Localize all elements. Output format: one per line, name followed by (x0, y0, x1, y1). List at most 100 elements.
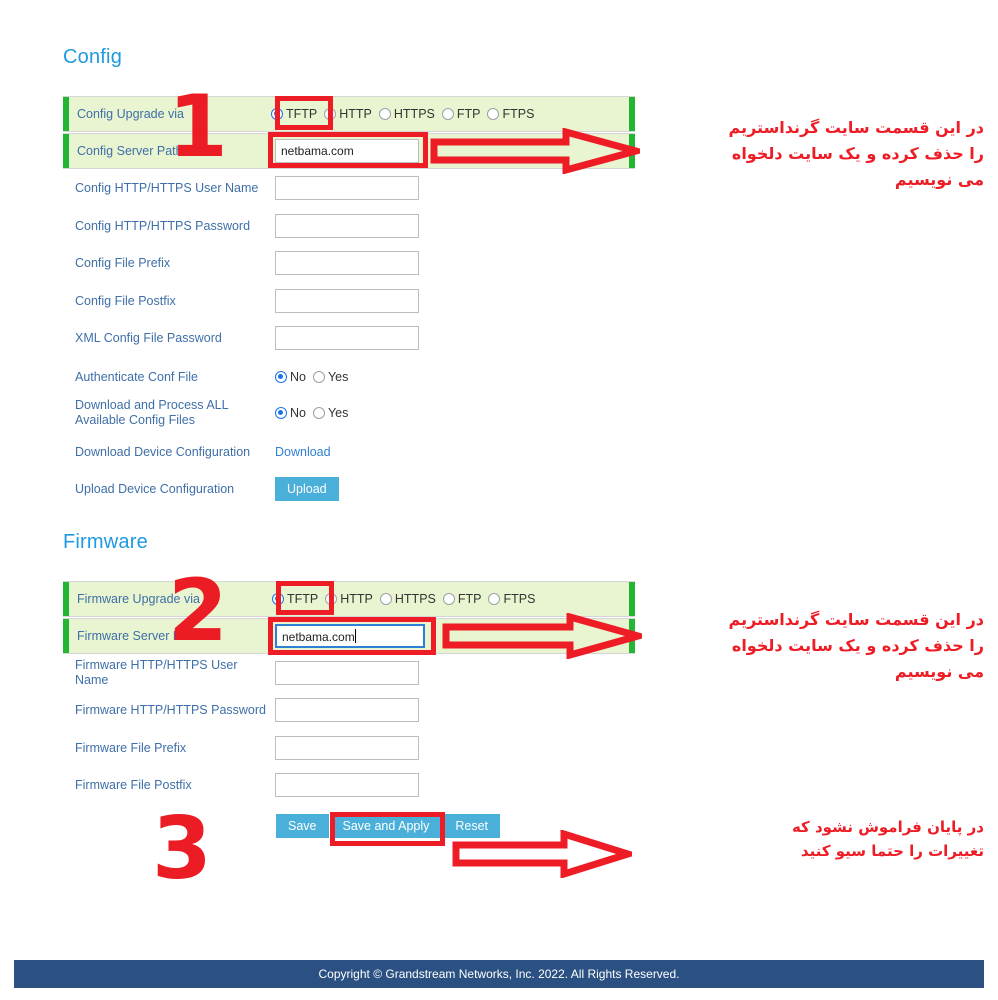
row-upload-device-config: Upload Device Configuration Upload (63, 476, 635, 502)
field-config-http-password (275, 214, 419, 238)
annotation-text-3: در پایان فراموش نشود که تغییرات را حتما … (791, 818, 984, 860)
radio-config-ftp[interactable]: FTP (441, 107, 481, 121)
label-config-file-prefix: Config File Prefix (75, 255, 171, 270)
footer-copyright: Copyright © Grandstream Networks, Inc. 2… (14, 960, 984, 988)
radio-dot-https-icon (379, 593, 392, 605)
field-firmware-http-user (275, 661, 419, 685)
radio-dot-ftps-icon (487, 108, 500, 120)
label-download-device-config: Download Device Configuration (75, 444, 251, 459)
radio-label-ftps: FTPS (502, 107, 535, 121)
row-firmware-upgrade-via: Firmware Upgrade via TFTP HTTP HTTPS FTP (63, 581, 635, 617)
row-authenticate-conf-file: Authenticate Conf File No Yes (63, 365, 635, 389)
radio-dot-yes-icon (312, 407, 325, 419)
input-config-file-prefix[interactable] (275, 251, 419, 275)
radio-dot-ftp-icon (442, 593, 455, 605)
annotation-arrow-3-icon (452, 830, 632, 878)
radio-config-https[interactable]: HTTPS (378, 107, 435, 121)
section-title-firmware: Firmware (63, 531, 148, 553)
radio-config-ftps[interactable]: FTPS (487, 107, 534, 121)
radio-label-yes: Yes (327, 370, 349, 384)
label-config-http-user: Config HTTP/HTTPS User Name (75, 180, 259, 195)
annotation-arrow-1-icon (430, 128, 640, 174)
annotation-highlight-box-firmware-tftp (276, 581, 334, 615)
field-authenticate-conf-file: No Yes (275, 370, 348, 384)
radio-label-ftp: FTP (456, 107, 481, 121)
row-config-file-postfix: Config File Postfix (63, 288, 635, 314)
label-config-server-path: Config Server Path (77, 143, 183, 158)
radio-firmware-https[interactable]: HTTPS (379, 592, 436, 606)
input-xml-config-password[interactable] (275, 326, 419, 350)
radio-dot-yes-icon (312, 371, 325, 383)
radio-label-https: HTTPS (393, 107, 435, 121)
label-firmware-http-password: Firmware HTTP/HTTPS Password (75, 702, 266, 717)
annotation-highlight-box-config-tftp (275, 96, 333, 130)
upload-button[interactable]: Upload (275, 477, 339, 501)
row-download-process-all: Download and Process ALL Available Confi… (63, 396, 635, 430)
annotation-highlight-box-firmware-server-path (268, 617, 436, 655)
radio-label-no: No (290, 406, 306, 420)
radio-authenticate-no[interactable]: No (275, 370, 306, 384)
input-config-http-user[interactable] (275, 176, 419, 200)
label-xml-config-password: XML Config File Password (75, 330, 222, 345)
field-download-device-config: Download (275, 445, 331, 459)
field-firmware-http-password (275, 698, 419, 722)
radio-dot-ftp-icon (441, 108, 454, 120)
radio-label-ftps: FTPS (503, 592, 536, 606)
radio-label-no: No (290, 370, 306, 384)
radio-authenticate-yes[interactable]: Yes (312, 370, 349, 384)
radio-dot-ftps-icon (488, 593, 501, 605)
label-firmware-server-path: Firmware Server Path (77, 628, 199, 643)
annotation-highlight-box-config-server-path (268, 132, 428, 168)
row-config-http-password: Config HTTP/HTTPS Password (63, 213, 635, 239)
field-config-file-postfix (275, 289, 419, 313)
field-firmware-file-prefix (275, 736, 419, 760)
save-button[interactable]: Save (276, 814, 329, 838)
input-firmware-http-password[interactable] (275, 698, 419, 722)
field-xml-config-password (275, 326, 419, 350)
annotation-text-1: در این قسمت سایت گرنداستریم را حذف کرده … (728, 118, 984, 189)
radio-firmware-ftps[interactable]: FTPS (488, 592, 535, 606)
field-config-file-prefix (275, 251, 419, 275)
download-device-config-link[interactable]: Download (275, 445, 331, 459)
label-config-http-password: Config HTTP/HTTPS Password (75, 218, 251, 233)
radio-dot-no-icon (275, 407, 287, 419)
annotation-number-1: 1 (168, 77, 228, 177)
field-download-process-all: No Yes (275, 406, 348, 420)
label-authenticate-conf-file: Authenticate Conf File (75, 369, 198, 384)
label-firmware-upgrade-via: Firmware Upgrade via (77, 591, 200, 606)
radio-label-yes: Yes (327, 406, 349, 420)
radio-label-http: HTTP (340, 592, 373, 606)
row-firmware-http-password: Firmware HTTP/HTTPS Password (63, 697, 635, 723)
config-firmware-page: Config Config Upgrade via TFTP HTTP HTTP… (0, 0, 998, 1000)
label-firmware-http-user: Firmware HTTP/HTTPS User Name (75, 658, 238, 687)
radio-dot-no-icon (275, 371, 287, 383)
input-config-http-password[interactable] (275, 214, 419, 238)
radio-group-download-process-all[interactable]: No Yes (275, 406, 348, 420)
input-firmware-file-postfix[interactable] (275, 773, 419, 797)
label-download-process-all: Download and Process ALL Available Confi… (75, 398, 229, 427)
annotation-number-2: 2 (168, 561, 228, 661)
radio-dot-https-icon (378, 108, 391, 120)
label-config-upgrade-via: Config Upgrade via (77, 106, 185, 121)
field-config-http-user (275, 176, 419, 200)
input-config-file-postfix[interactable] (275, 289, 419, 313)
radio-label-http: HTTP (339, 107, 372, 121)
label-upload-device-config: Upload Device Configuration (75, 481, 235, 496)
label-config-file-postfix: Config File Postfix (75, 293, 176, 308)
radio-download-all-no[interactable]: No (275, 406, 306, 420)
radio-firmware-ftp[interactable]: FTP (442, 592, 482, 606)
field-upload-device-config: Upload (275, 477, 339, 501)
input-firmware-file-prefix[interactable] (275, 736, 419, 760)
label-firmware-file-prefix: Firmware File Prefix (75, 740, 187, 755)
row-config-http-user: Config HTTP/HTTPS User Name (63, 175, 635, 201)
radio-group-authenticate-conf-file[interactable]: No Yes (275, 370, 348, 384)
radio-label-ftp: FTP (457, 592, 482, 606)
annotation-number-3: 3 (152, 799, 212, 899)
field-firmware-file-postfix (275, 773, 419, 797)
row-firmware-file-prefix: Firmware File Prefix (63, 735, 635, 761)
row-xml-config-password: XML Config File Password (63, 325, 635, 351)
row-firmware-file-postfix: Firmware File Postfix (63, 772, 635, 798)
input-firmware-http-user[interactable] (275, 661, 419, 685)
radio-download-all-yes[interactable]: Yes (312, 406, 349, 420)
annotation-highlight-box-save-and-apply (330, 812, 445, 846)
